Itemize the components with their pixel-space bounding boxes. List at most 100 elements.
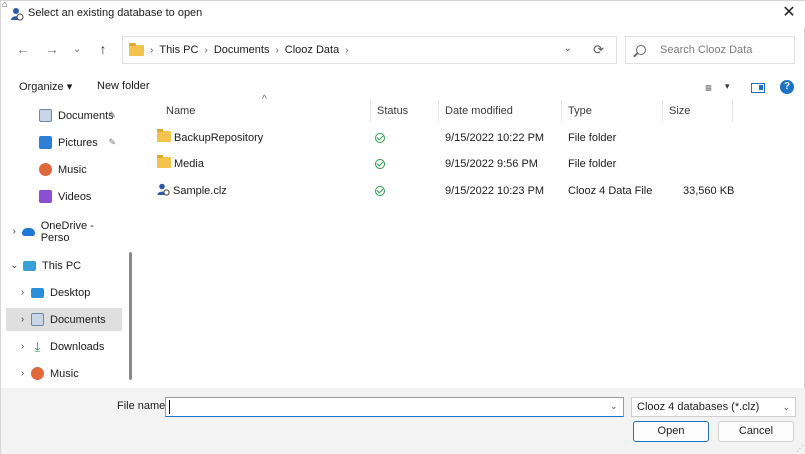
- column-header-status[interactable]: Status: [377, 100, 408, 122]
- app-corner-icon: ⌂: [2, 0, 8, 9]
- file-name: BackupRepository: [174, 132, 264, 144]
- address-bar[interactable]: › This PC › Documents › Clooz Data › ⌄ ⟳: [122, 36, 617, 64]
- column-divider: [438, 100, 439, 122]
- music-icon: [31, 367, 44, 380]
- nav-item-label: Music: [58, 163, 87, 176]
- column-divider: [662, 100, 663, 122]
- nav-item-music[interactable]: › Music: [6, 362, 122, 385]
- date-cell: 9/15/2022 10:22 PM: [445, 132, 545, 144]
- filter-value: Clooz 4 databases (*.clz): [637, 401, 760, 413]
- breadcrumb-clooz-data[interactable]: Clooz Data: [285, 44, 339, 56]
- folder-icon: [157, 129, 171, 142]
- back-button[interactable]: ←: [13, 39, 33, 59]
- downloads-icon: ⤓: [34, 339, 41, 354]
- column-header-date-modified[interactable]: Date modified: [445, 100, 513, 122]
- database-user-icon: [11, 8, 24, 21]
- synced-check-icon: [375, 159, 385, 169]
- refresh-icon[interactable]: ⟳: [593, 42, 604, 58]
- chevron-right-icon[interactable]: ›: [14, 368, 31, 379]
- folder-icon: [129, 42, 144, 56]
- chevron-right-icon[interactable]: ›: [14, 341, 31, 352]
- nav-item-label: Music: [50, 367, 79, 380]
- column-divider: [561, 100, 562, 122]
- close-button[interactable]: ✕: [778, 3, 800, 25]
- search-input[interactable]: Search Clooz Data: [625, 36, 795, 64]
- nav-item-desktop[interactable]: › Desktop: [6, 281, 122, 304]
- date-cell: 9/15/2022 10:23 PM: [445, 185, 545, 197]
- clooz-database-icon: [157, 183, 170, 196]
- recent-locations-button[interactable]: ⌄: [67, 39, 87, 59]
- nav-item-this-pc[interactable]: ⌄ This PC: [6, 254, 122, 277]
- documents-icon: [39, 109, 52, 122]
- nav-item-music-quick[interactable]: Music: [6, 158, 122, 181]
- search-icon: [636, 45, 646, 55]
- breadcrumb-separator: ›: [150, 44, 154, 56]
- address-dropdown-icon[interactable]: ⌄: [564, 43, 572, 54]
- arrow-right-icon: →: [45, 41, 59, 57]
- nav-item-label: OneDrive - Perso: [40, 219, 94, 244]
- up-button[interactable]: ↑: [93, 39, 113, 59]
- date-cell: 9/15/2022 9:56 PM: [445, 158, 538, 170]
- file-name-label: File name:: [117, 400, 169, 412]
- dialog-footer: File name: ⌄ Clooz 4 databases (*.clz) ⌄…: [1, 388, 805, 454]
- column-header-size[interactable]: Size: [669, 100, 690, 122]
- breadcrumb-this-pc[interactable]: This PC: [159, 44, 198, 56]
- preview-pane-icon[interactable]: [751, 83, 765, 93]
- cancel-button[interactable]: Cancel: [718, 421, 794, 442]
- file-name-dropdown-icon[interactable]: ⌄: [610, 401, 618, 412]
- breadcrumb-separator: ›: [275, 44, 279, 56]
- command-bar: Organize ▾ New folder ≡ ▾ ?: [1, 75, 805, 99]
- column-divider: [370, 100, 371, 122]
- nav-item-onedrive[interactable]: › OneDrive - Perso: [6, 219, 122, 244]
- arrow-up-icon: ↑: [99, 41, 107, 57]
- type-cell: File folder: [568, 132, 617, 144]
- open-button[interactable]: Open: [633, 421, 709, 442]
- file-type-filter-select[interactable]: Clooz 4 databases (*.clz) ⌄: [631, 397, 796, 417]
- navigation-bar: ← → ⌄ ↑ › This PC › Documents › Clooz Da…: [1, 33, 805, 67]
- synced-check-icon: [375, 133, 385, 143]
- status-cell: [375, 126, 385, 150]
- column-header-name[interactable]: Name: [166, 100, 195, 122]
- nav-item-pictures[interactable]: Pictures ✎: [6, 131, 122, 154]
- nav-item-documents[interactable]: › Documents: [6, 308, 122, 331]
- nav-item-label: Desktop: [50, 286, 91, 299]
- nav-pane-scrollbar[interactable]: [129, 252, 132, 380]
- music-icon: [39, 163, 52, 176]
- breadcrumb-separator: ›: [204, 44, 208, 56]
- new-folder-button[interactable]: New folder: [97, 80, 150, 92]
- synced-check-icon: [375, 186, 385, 196]
- column-divider: [732, 100, 733, 122]
- resize-grip-icon[interactable]: ⋰: [796, 444, 804, 453]
- dialog-title: Select an existing database to open: [28, 7, 203, 19]
- arrow-left-icon: ←: [16, 41, 30, 57]
- chevron-down-icon[interactable]: ⌄: [6, 260, 23, 271]
- nav-item-label: Pictures: [58, 136, 98, 149]
- nav-item-documents-quick[interactable]: Documents ✎: [6, 104, 122, 127]
- view-options-icon[interactable]: ≡: [705, 81, 712, 95]
- chevron-right-icon[interactable]: ›: [6, 226, 22, 237]
- file-row[interactable]: Media 9/15/2022 9:56 PM File folder: [137, 152, 805, 176]
- pin-icon: ✎: [108, 110, 116, 120]
- nav-item-downloads[interactable]: › ⤓ Downloads: [6, 335, 122, 358]
- file-name: Sample.clz: [173, 185, 227, 197]
- pictures-icon: [39, 136, 52, 149]
- file-row[interactable]: Sample.clz 9/15/2022 10:23 PM Clooz 4 Da…: [137, 179, 805, 203]
- forward-button[interactable]: →: [42, 39, 62, 59]
- chevron-right-icon[interactable]: ›: [14, 287, 31, 298]
- view-dropdown-icon[interactable]: ▾: [725, 81, 730, 92]
- file-name-cell: BackupRepository: [157, 126, 263, 150]
- sort-ascending-icon: ^: [262, 94, 267, 105]
- chevron-right-icon[interactable]: ›: [14, 314, 31, 325]
- nav-item-label: Videos: [58, 190, 92, 203]
- nav-item-videos[interactable]: Videos: [6, 185, 122, 208]
- nav-item-label: Documents: [58, 109, 114, 122]
- type-cell: File folder: [568, 158, 617, 170]
- chevron-down-icon: ⌄: [72, 43, 82, 55]
- help-icon[interactable]: ?: [780, 80, 794, 94]
- file-name-cell: Sample.clz: [157, 179, 227, 203]
- organize-button[interactable]: Organize ▾: [19, 80, 72, 93]
- breadcrumb-documents[interactable]: Documents: [214, 44, 270, 56]
- file-name-input[interactable]: [165, 397, 624, 417]
- file-row[interactable]: BackupRepository 9/15/2022 10:22 PM File…: [137, 126, 805, 150]
- column-header-type[interactable]: Type: [568, 100, 592, 122]
